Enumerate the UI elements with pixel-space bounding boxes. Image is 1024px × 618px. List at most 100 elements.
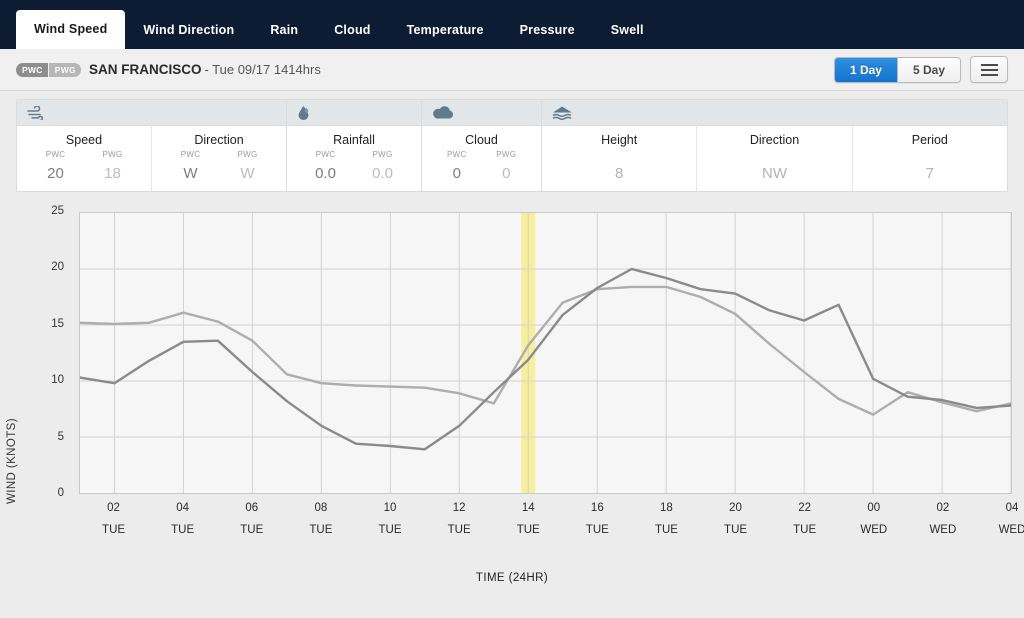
summary-col-swell-period-value: 7 bbox=[925, 165, 934, 182]
chart-x-tick-day: TUE bbox=[378, 524, 402, 536]
chart-x-tick-14-TUE: 14 TUE bbox=[503, 502, 553, 536]
summary-col-cloud-value-pwg: 0 bbox=[502, 165, 511, 182]
chart-y-tick-10: 10 bbox=[51, 374, 64, 387]
summary-col-cloud-sub-pwg: PWG bbox=[496, 150, 517, 159]
badge-pwc: PWC bbox=[16, 62, 48, 77]
summary-col-speed-value-pwg: 18 bbox=[104, 165, 121, 182]
summary-group-swell-columns: Height 8 Direction NW Period 7 bbox=[542, 126, 1007, 191]
locbar-controls: 1 Day 5 Day bbox=[833, 56, 1008, 83]
chart-y-tick-0: 0 bbox=[57, 487, 64, 499]
summary-group-rain: Rainfall PWC PWG 0.0 0.0 bbox=[287, 100, 422, 191]
summary-group-wind: Speed PWC PWG 20 18 Direction PWC PWG W … bbox=[17, 100, 287, 191]
hamburger-menu-button[interactable] bbox=[970, 56, 1008, 83]
summary-col-cloud-title: Cloud bbox=[465, 133, 498, 147]
location-name: SAN FRANCISCO bbox=[88, 62, 202, 77]
summary-col-swell-height: Height 8 bbox=[542, 126, 698, 191]
summary-col-speed-sub-pwc: PWC bbox=[45, 150, 66, 159]
summary-col-wind-direction-value-pwc: W bbox=[183, 165, 198, 182]
summary-group-cloud: Cloud PWC PWG 0 0 bbox=[422, 100, 542, 191]
chart-x-tick-day: TUE bbox=[309, 524, 333, 536]
summary-col-swell-period-title: Period bbox=[911, 133, 948, 147]
wind-speed-chart: WIND (KNOTS) 25 20 15 10 5 0 02 TUE 04 TUE 06 TUE 0… bbox=[0, 204, 1024, 604]
summary-col-wind-direction-title: Direction bbox=[194, 133, 244, 147]
summary-group-cloud-columns: Cloud PWC PWG 0 0 bbox=[422, 126, 541, 191]
chart-x-tick-hour: 18 bbox=[660, 502, 673, 514]
summary-col-swell-direction-value: NW bbox=[761, 165, 787, 182]
chart-x-tick-12-TUE: 12 TUE bbox=[434, 502, 484, 536]
range-5day-button[interactable]: 5 Day bbox=[896, 57, 960, 82]
chart-x-tick-06-TUE: 06 TUE bbox=[227, 502, 277, 536]
summary-col-speed-sub-pwg: PWG bbox=[102, 150, 123, 159]
summary-table: Speed PWC PWG 20 18 Direction PWC PWG W … bbox=[16, 99, 1008, 192]
summary-col-speed-title: Speed bbox=[65, 133, 103, 147]
chart-x-tick-day: TUE bbox=[654, 524, 678, 536]
summary-col-rainfall-value-pwg: 0.0 bbox=[372, 165, 393, 182]
range-1day-button[interactable]: 1 Day bbox=[834, 57, 897, 82]
chart-x-tick-hour: 04 bbox=[1005, 502, 1019, 514]
chart-x-tick-hour: 02 bbox=[107, 502, 120, 514]
chart-x-tick-02-TUE: 02 TUE bbox=[89, 502, 139, 536]
chart-x-axis-ticks: 02 TUE 04 TUE 06 TUE 08 TUE 10 TUE 12 TUE 14 TUE 16 TUE… bbox=[79, 502, 1024, 557]
chart-x-tick-hour: 02 bbox=[936, 502, 950, 514]
tab-pressure[interactable]: Pressure bbox=[502, 12, 593, 49]
chart-x-tick-22-TUE: 22 TUE bbox=[780, 502, 830, 536]
cloud-icon bbox=[422, 100, 541, 126]
summary-col-rainfall-sub-pwc: PWC bbox=[315, 150, 336, 159]
summary-col-rainfall-title: Rainfall bbox=[333, 133, 375, 147]
badge-pwg: PWG bbox=[48, 62, 81, 77]
summary-col-rainfall-sub-pwg: PWG bbox=[372, 150, 393, 159]
chart-x-tick-10-TUE: 10 TUE bbox=[365, 502, 415, 536]
tab-cloud[interactable]: Cloud bbox=[316, 12, 388, 49]
chart-x-tick-day: TUE bbox=[171, 524, 195, 536]
summary-table-wrap: Speed PWC PWG 20 18 Direction PWC PWG W … bbox=[0, 91, 1024, 192]
chart-x-tick-hour: 10 bbox=[383, 502, 397, 514]
summary-col-rainfall: Rainfall PWC PWG 0.0 0.0 bbox=[287, 126, 421, 191]
tab-rain[interactable]: Rain bbox=[252, 12, 316, 49]
summary-group-rain-columns: Rainfall PWC PWG 0.0 0.0 bbox=[287, 126, 421, 191]
summary-col-cloud-sub-pwc: PWC bbox=[446, 150, 467, 159]
chart-x-tick-20-TUE: 20 TUE bbox=[711, 502, 761, 536]
chart-y-tick-25: 25 bbox=[51, 205, 64, 217]
chart-y-axis-label: WIND (KNOTS) bbox=[6, 418, 18, 504]
hamburger-icon-line-2 bbox=[980, 68, 998, 71]
tab-wind-speed[interactable]: Wind Speed bbox=[16, 10, 126, 49]
model-badges: PWC PWG bbox=[16, 62, 81, 77]
summary-col-wind-direction: Direction PWC PWG W W bbox=[152, 126, 286, 191]
summary-col-swell-period: Period 7 bbox=[853, 126, 1007, 191]
chart-x-tick-04-TUE: 04 TUE bbox=[158, 502, 208, 536]
tab-temperature[interactable]: Temperature bbox=[389, 12, 502, 49]
summary-col-wind-direction-sub-pwg: PWG bbox=[237, 150, 258, 159]
chart-y-tick-5: 5 bbox=[57, 430, 64, 443]
chart-x-tick-hour: 12 bbox=[452, 502, 466, 514]
chart-y-axis-ticks: 25 20 15 10 5 0 bbox=[28, 204, 64, 499]
hamburger-icon-line-3 bbox=[980, 73, 998, 76]
chart-x-tick-hour: 06 bbox=[245, 502, 259, 514]
chart-x-tick-day: TUE bbox=[516, 524, 540, 536]
summary-group-swell: Height 8 Direction NW Period 7 bbox=[542, 100, 1007, 191]
chart-x-tick-hour: 08 bbox=[314, 502, 328, 514]
summary-col-swell-direction: Direction NW bbox=[697, 126, 853, 191]
tab-swell[interactable]: Swell bbox=[593, 12, 662, 49]
chart-y-tick-15: 15 bbox=[51, 317, 64, 330]
summary-col-cloud: Cloud PWC PWG 0 0 bbox=[422, 126, 541, 191]
chart-x-tick-day: TUE bbox=[585, 524, 609, 536]
summary-col-speed: Speed PWC PWG 20 18 bbox=[17, 126, 152, 191]
chart-plot-area bbox=[79, 212, 1012, 494]
swell-wave-icon bbox=[542, 100, 1007, 126]
chart-x-tick-18-TUE: 18 TUE bbox=[641, 502, 691, 536]
chart-x-tick-day: WED bbox=[929, 524, 957, 536]
chart-x-tick-08-TUE: 08 TUE bbox=[296, 502, 346, 536]
summary-col-swell-direction-title: Direction bbox=[749, 133, 800, 147]
chart-x-tick-hour: 22 bbox=[798, 502, 812, 514]
chart-x-tick-hour: 14 bbox=[521, 502, 535, 514]
summary-col-rainfall-value-pwc: 0.0 bbox=[315, 165, 336, 182]
tab-wind-direction[interactable]: Wind Direction bbox=[125, 12, 252, 49]
chart-x-tick-04-WED: 04 WED bbox=[987, 502, 1024, 536]
main-navbar: Wind Speed Wind Direction Rain Cloud Tem… bbox=[0, 0, 1024, 49]
wind-icon bbox=[17, 100, 286, 126]
range-toggle: 1 Day 5 Day bbox=[833, 56, 961, 83]
chart-x-tick-day: TUE bbox=[240, 524, 264, 536]
chart-x-tick-day: TUE bbox=[724, 524, 748, 536]
chart-x-tick-day: TUE bbox=[793, 524, 817, 536]
hamburger-icon-line-1 bbox=[980, 63, 998, 66]
